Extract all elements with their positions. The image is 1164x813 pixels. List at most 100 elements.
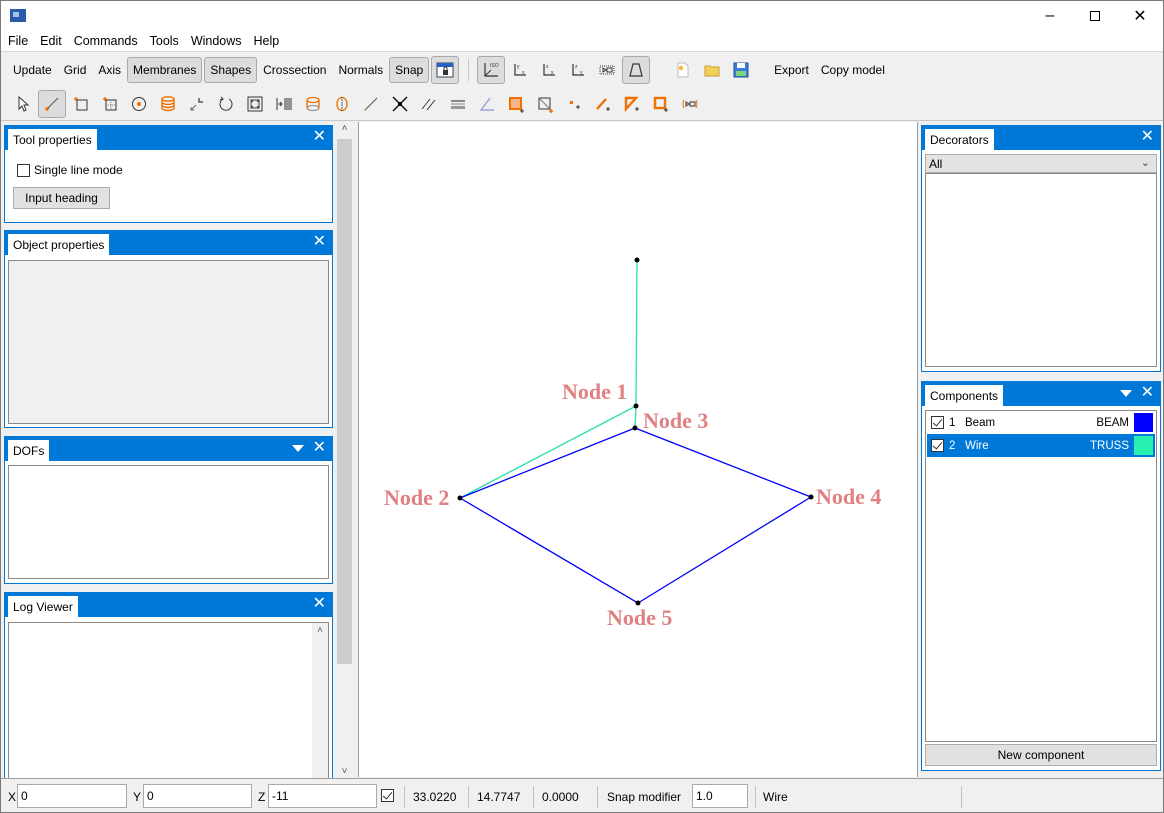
scroll-up-icon[interactable]: ˄ — [312, 625, 328, 636]
window-minimize-button[interactable]: – — [1027, 1, 1073, 31]
rotate-tool[interactable] — [212, 90, 240, 118]
model-drawing[interactable]: Node 1 Node 2 Node 3 Node 4 Node 5 — [359, 122, 919, 777]
component-row[interactable]: 2 Wire TRUSS — [927, 434, 1155, 457]
menu-help[interactable]: Help — [254, 34, 280, 48]
create-cylinder-tool[interactable] — [154, 90, 182, 118]
scrollbar-thumb[interactable] — [337, 139, 352, 664]
create-line-tool[interactable] — [38, 89, 66, 118]
intersect-tool[interactable] — [386, 90, 414, 118]
window-close-button[interactable]: ✕ — [1117, 1, 1163, 31]
lock-view-button[interactable] — [431, 56, 460, 84]
zoom-extents-button[interactable] — [593, 56, 621, 84]
create-surface-tool[interactable] — [299, 90, 327, 118]
log-scrollbar[interactable]: ˄ — [312, 623, 328, 778]
component-row[interactable]: 1 Beam BEAM — [927, 411, 1155, 434]
close-icon[interactable]: ✕ — [313, 596, 326, 612]
create-rect-tool[interactable] — [67, 90, 95, 118]
log-text-area[interactable]: ˄ — [8, 622, 329, 778]
menu-tools[interactable]: Tools — [150, 34, 179, 48]
component-visible-checkbox[interactable] — [931, 439, 944, 452]
new-component-button[interactable]: New component — [925, 744, 1157, 766]
wire-member[interactable] — [459, 405, 637, 499]
left-dock-scrollbar[interactable]: ˄ ˅ — [336, 122, 353, 778]
component-color-swatch[interactable] — [1134, 436, 1153, 455]
update-button[interactable]: Update — [7, 57, 58, 83]
close-icon[interactable]: ✕ — [313, 129, 326, 145]
export-button[interactable]: Export — [768, 57, 815, 83]
beam-member[interactable] — [634, 427, 812, 498]
node-point[interactable] — [808, 494, 814, 500]
menu-file[interactable]: File — [8, 34, 28, 48]
lock-screen-icon — [436, 62, 454, 78]
open-folder-button[interactable] — [698, 56, 726, 84]
truss-tool[interactable] — [444, 90, 472, 118]
add-node-tool[interactable] — [560, 90, 588, 118]
add-element-tool[interactable] — [589, 90, 617, 118]
wire-member[interactable] — [635, 259, 638, 407]
beam-member[interactable] — [637, 496, 812, 604]
beam-member[interactable] — [459, 497, 639, 604]
snap-modifier-input[interactable]: 1.0 — [692, 784, 748, 808]
add-diagonal-tool[interactable] — [531, 90, 559, 118]
menu-edit[interactable]: Edit — [40, 34, 62, 48]
close-icon[interactable]: ✕ — [1141, 385, 1154, 401]
create-grid-rect-tool[interactable] — [96, 90, 124, 118]
window-maximize-button[interactable] — [1072, 1, 1118, 31]
parallel-tool[interactable] — [415, 90, 443, 118]
scroll-down-icon[interactable]: ˅ — [336, 766, 353, 777]
app-logo-icon — [10, 9, 26, 22]
add-membrane-tool[interactable] — [502, 90, 530, 118]
node-point[interactable] — [633, 403, 639, 409]
save-button[interactable] — [727, 56, 755, 84]
grid-toggle[interactable]: Grid — [58, 57, 93, 83]
yz-view-button[interactable]: zy — [564, 56, 592, 84]
separator — [755, 786, 756, 808]
snap-toggle[interactable]: Snap — [389, 57, 430, 83]
select-tool[interactable] — [9, 90, 37, 118]
scale-tool[interactable] — [241, 90, 269, 118]
add-square-tool[interactable] — [647, 90, 675, 118]
menu-windows[interactable]: Windows — [191, 34, 242, 48]
menu-commands[interactable]: Commands — [74, 34, 138, 48]
node-point[interactable] — [457, 495, 463, 501]
angle-tool[interactable] — [473, 90, 501, 118]
xz-view-button[interactable]: zx — [535, 56, 563, 84]
decorators-filter-select[interactable]: All ⌄ — [925, 154, 1157, 173]
input-heading-button[interactable]: Input heading — [13, 187, 110, 209]
line-tool[interactable] — [357, 90, 385, 118]
close-icon[interactable]: ✕ — [1141, 129, 1154, 145]
copy-model-button[interactable]: Copy model — [815, 57, 891, 83]
close-icon[interactable]: ✕ — [313, 234, 326, 250]
close-icon[interactable]: ✕ — [313, 440, 326, 456]
perspective-button[interactable] — [622, 56, 651, 84]
single-line-mode-checkbox[interactable]: Single line mode — [17, 163, 123, 177]
scroll-up-icon[interactable]: ˄ — [336, 123, 353, 134]
dropdown-icon[interactable] — [292, 445, 304, 452]
model-viewport[interactable]: Node 1 Node 2 Node 3 Node 4 Node 5 — [358, 122, 918, 777]
node-point[interactable] — [632, 425, 638, 431]
y-coordinate-input[interactable]: 0 — [143, 784, 252, 808]
membranes-toggle[interactable]: Membranes — [127, 57, 203, 83]
add-triangle-tool[interactable] — [618, 90, 646, 118]
split-tool[interactable] — [328, 90, 356, 118]
wire-member[interactable] — [634, 405, 637, 429]
coordinate-lock-checkbox[interactable] — [381, 789, 394, 802]
link-tool[interactable] — [676, 90, 704, 118]
iso-view-button[interactable]: ISO — [477, 56, 506, 84]
beam-member[interactable] — [459, 427, 636, 499]
normals-toggle[interactable]: Normals — [332, 57, 389, 83]
new-file-button[interactable] — [669, 56, 697, 84]
shapes-toggle[interactable]: Shapes — [204, 57, 258, 83]
component-color-swatch[interactable] — [1134, 413, 1153, 432]
move-tool[interactable] — [183, 90, 211, 118]
xy-view-button[interactable]: yx — [506, 56, 534, 84]
z-coordinate-input[interactable]: -11 — [268, 784, 377, 808]
array-tool[interactable] — [270, 90, 298, 118]
create-circle-tool[interactable] — [125, 90, 153, 118]
component-visible-checkbox[interactable] — [931, 416, 944, 429]
axis-toggle[interactable]: Axis — [92, 57, 127, 83]
x-coordinate-input[interactable]: 0 — [17, 784, 127, 808]
node-point[interactable] — [634, 257, 640, 263]
dropdown-icon[interactable] — [1120, 390, 1132, 397]
crossection-toggle[interactable]: Crossection — [257, 57, 332, 83]
